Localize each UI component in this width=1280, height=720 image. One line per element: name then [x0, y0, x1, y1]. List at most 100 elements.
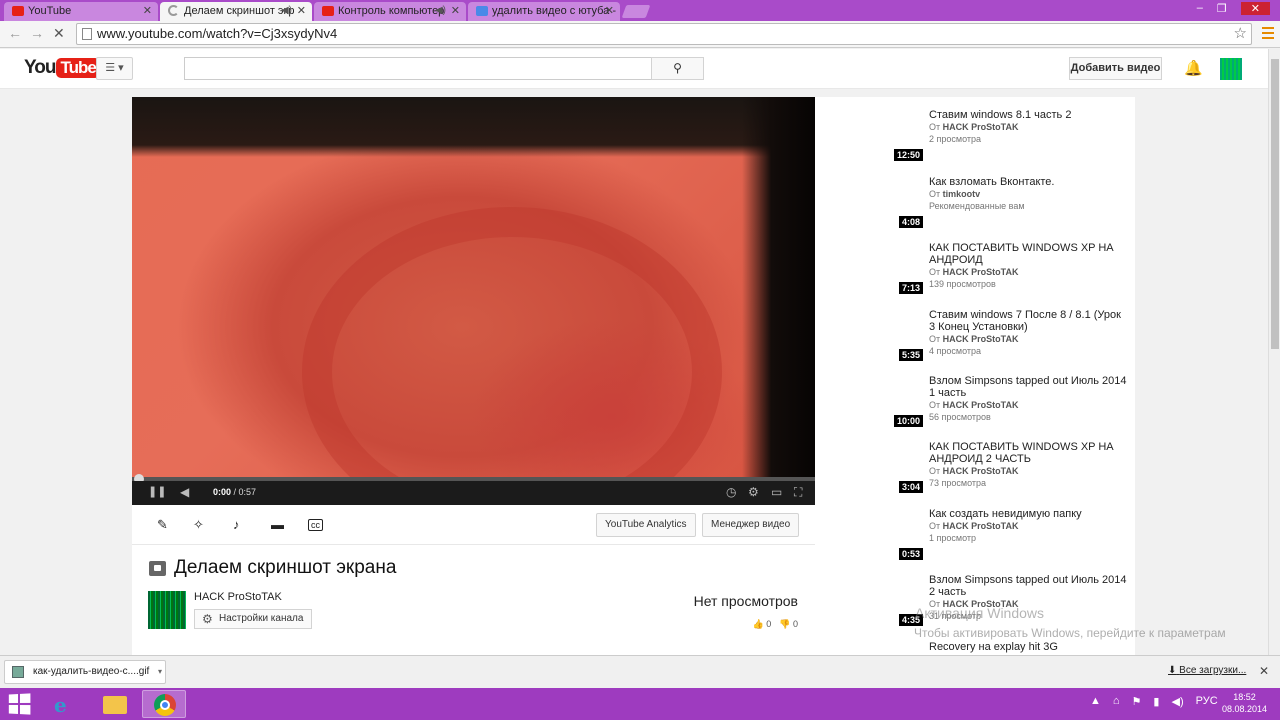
related-title[interactable]: КАК ПОСТАВИТЬ WINDOWS XP НА АНДРОИД 2 ЧА…	[929, 441, 1129, 465]
related-video-item[interactable]: 3:04 КАК ПОСТАВИТЬ WINDOWS XP НА АНДРОИД…	[815, 441, 1135, 501]
subtitles-cc-icon[interactable]: cc	[308, 519, 323, 531]
settings-gear-icon[interactable]: ⚙	[748, 485, 759, 499]
search-input[interactable]	[184, 57, 652, 80]
network-icon[interactable]: ⌂	[1113, 695, 1120, 708]
channel-settings-button[interactable]: ⚙ Настройки канала	[194, 609, 313, 629]
taskbar-internet-explorer[interactable]: e	[44, 690, 88, 718]
logo-tube: Tube	[56, 58, 100, 78]
related-video-item[interactable]: 12:50 Ставим windows 8.1 часть 2 От HACK…	[815, 109, 1135, 169]
enhancements-wand-icon[interactable]: ✧	[193, 517, 204, 533]
windows-start-icon[interactable]	[8, 693, 31, 715]
private-lock-icon	[149, 561, 166, 576]
youtube-analytics-button[interactable]: YouTube Analytics	[596, 513, 696, 537]
by-label: От	[929, 122, 941, 132]
forward-arrow-icon[interactable]: →	[30, 25, 44, 41]
related-video-item[interactable]: 4:08 Как взломать Вконтакте. От timkootv…	[815, 176, 1135, 236]
watch-later-icon[interactable]: ◷	[726, 485, 736, 499]
tab-control-computer[interactable]: Контроль компьютер ◀) ✕	[314, 2, 466, 21]
related-meta: 139 просмотров	[929, 279, 996, 289]
close-downloads-icon[interactable]: ✕	[1259, 664, 1269, 678]
view-count: Нет просмотров	[693, 593, 798, 609]
pause-icon[interactable]: ❚❚	[148, 485, 166, 498]
related-video-item[interactable]: Recovery на explay hit 3G	[815, 641, 1135, 655]
related-author[interactable]: HACK ProStoTAK	[943, 400, 1019, 410]
taskbar-file-explorer[interactable]	[94, 690, 138, 718]
youtube-page: You Tube RU ☰ ▾ ⚲ Добавить видео 🔔 ❚❚ ◀ …	[0, 49, 1268, 655]
signal-strength-icon[interactable]: ▮	[1153, 695, 1159, 708]
guide-menu-button[interactable]: ☰ ▾	[96, 57, 133, 80]
back-arrow-icon[interactable]: ←	[8, 25, 22, 41]
related-author[interactable]: HACK ProStoTAK	[943, 267, 1019, 277]
browser-tab-strip: YouTube ✕ Делаем скриншот экр ◀) ✕ Контр…	[0, 0, 1280, 21]
related-title[interactable]: Ставим windows 8.1 часть 2	[929, 109, 1129, 121]
related-video-item[interactable]: 4:35 Взлом Simpsons tapped out Июль 2014…	[815, 574, 1135, 634]
loading-spinner-icon	[168, 5, 179, 16]
related-title[interactable]: Взлом Simpsons tapped out Июль 2014 1 ча…	[929, 375, 1129, 399]
scrollbar-thumb[interactable]	[1271, 59, 1279, 349]
new-tab-button[interactable]	[621, 5, 651, 18]
audio-note-icon[interactable]: ♪	[233, 517, 240, 532]
language-indicator[interactable]: РУС	[1196, 695, 1218, 708]
chrome-menu-icon[interactable]	[1262, 27, 1274, 39]
video-manager-button[interactable]: Менеджер видео	[702, 513, 800, 537]
video-info-panel: Делаем скриншот экрана HACK ProStoTAK ⚙ …	[132, 545, 815, 655]
channel-settings-label: Настройки канала	[219, 613, 304, 624]
related-meta: 56 просмотров	[929, 412, 991, 422]
related-author[interactable]: HACK ProStoTAK	[943, 521, 1019, 531]
volume-icon[interactable]: ◀	[180, 485, 189, 499]
close-tab-icon[interactable]: ✕	[451, 2, 460, 20]
close-window-icon[interactable]: ✕	[1240, 2, 1270, 15]
bookmark-star-icon[interactable]: ☆	[1234, 24, 1247, 44]
related-author[interactable]: timkootv	[943, 189, 981, 199]
related-author[interactable]: HACK ProStoTAK	[943, 122, 1019, 132]
related-author[interactable]: HACK ProStoTAK	[943, 334, 1019, 344]
channel-avatar[interactable]	[148, 591, 186, 629]
taskbar-chrome[interactable]	[142, 690, 186, 718]
address-bar[interactable]: www.youtube.com/watch?v=Cj3xsydyNv4 ☆	[76, 23, 1252, 45]
account-avatar[interactable]	[1220, 58, 1242, 80]
video-frame[interactable]	[132, 97, 815, 505]
related-title[interactable]: Как создать невидимую папку	[929, 508, 1129, 520]
related-video-item[interactable]: 10:00 Взлом Simpsons tapped out Июль 201…	[815, 375, 1135, 435]
related-title[interactable]: КАК ПОСТАВИТЬ WINDOWS XP НА АНДРОИД	[929, 242, 1129, 266]
related-video-item[interactable]: 7:13 КАК ПОСТАВИТЬ WINDOWS XP НА АНДРОИД…	[815, 242, 1135, 302]
related-title[interactable]: Как взломать Вконтакте.	[929, 176, 1129, 188]
stop-loading-icon[interactable]: ✕	[53, 25, 65, 42]
close-tab-icon[interactable]: ✕	[605, 2, 614, 20]
theater-mode-icon[interactable]: ▭	[771, 485, 782, 499]
like-button[interactable]: 👍 0	[753, 619, 772, 630]
page-scrollbar[interactable]	[1268, 49, 1280, 655]
show-all-downloads-link[interactable]: ⬇ Все загрузки...	[1168, 665, 1246, 676]
action-center-flag-icon[interactable]: ⚑	[1132, 695, 1142, 708]
related-title[interactable]: Recovery на explay hit 3G	[929, 641, 1129, 653]
fullscreen-icon[interactable]: ⛶	[794, 485, 802, 500]
speaker-icon[interactable]: ◀)	[1171, 695, 1183, 708]
tray-expand-icon[interactable]: ▲	[1090, 695, 1101, 708]
video-player[interactable]: ❚❚ ◀ 0:00 / 0:57 ◷ ⚙ ▭ ⛶	[132, 97, 815, 505]
taskbar-clock[interactable]: 18:52 08.08.2014	[1222, 691, 1267, 715]
related-title[interactable]: Ставим windows 7 После 8 / 8.1 (Урок 3 К…	[929, 309, 1129, 333]
close-tab-icon[interactable]: ✕	[297, 2, 306, 20]
dislike-button[interactable]: 👎 0	[779, 619, 798, 630]
edit-pencil-icon[interactable]: ✎	[157, 517, 168, 533]
youtube-favicon-icon	[322, 6, 334, 16]
channel-name[interactable]: HACK ProStoTAK	[194, 591, 282, 603]
related-title[interactable]: Взлом Simpsons tapped out Июль 2014 2 ча…	[929, 574, 1129, 598]
related-video-item[interactable]: 0:53 Как создать невидимую папку От HACK…	[815, 508, 1135, 568]
related-video-item[interactable]: 5:35 Ставим windows 7 После 8 / 8.1 (Уро…	[815, 309, 1135, 369]
tab-current-video[interactable]: Делаем скриншот экр ◀) ✕	[160, 2, 312, 21]
restore-icon[interactable]: ❐	[1217, 2, 1227, 15]
tab-google-search[interactable]: удалить видео с ютуба - ✕	[468, 2, 620, 21]
related-videos-sidebar: 12:50 Ставим windows 8.1 часть 2 От HACK…	[815, 97, 1135, 655]
minimize-icon[interactable]: –	[1197, 2, 1203, 15]
notifications-bell-icon[interactable]: 🔔	[1184, 59, 1203, 77]
close-tab-icon[interactable]: ✕	[143, 2, 152, 20]
upload-button[interactable]: Добавить видео	[1069, 57, 1162, 80]
annotations-icon[interactable]: ▬	[271, 517, 284, 532]
download-item[interactable]: как-удалить-видео-с....gif ▾	[4, 660, 166, 684]
search-button[interactable]: ⚲	[651, 57, 704, 80]
chevron-down-icon[interactable]: ▾	[158, 661, 162, 683]
related-author[interactable]: HACK ProStoTAK	[943, 466, 1019, 476]
video-duration: 7:13	[898, 282, 923, 294]
tab-youtube[interactable]: YouTube ✕	[4, 2, 158, 21]
